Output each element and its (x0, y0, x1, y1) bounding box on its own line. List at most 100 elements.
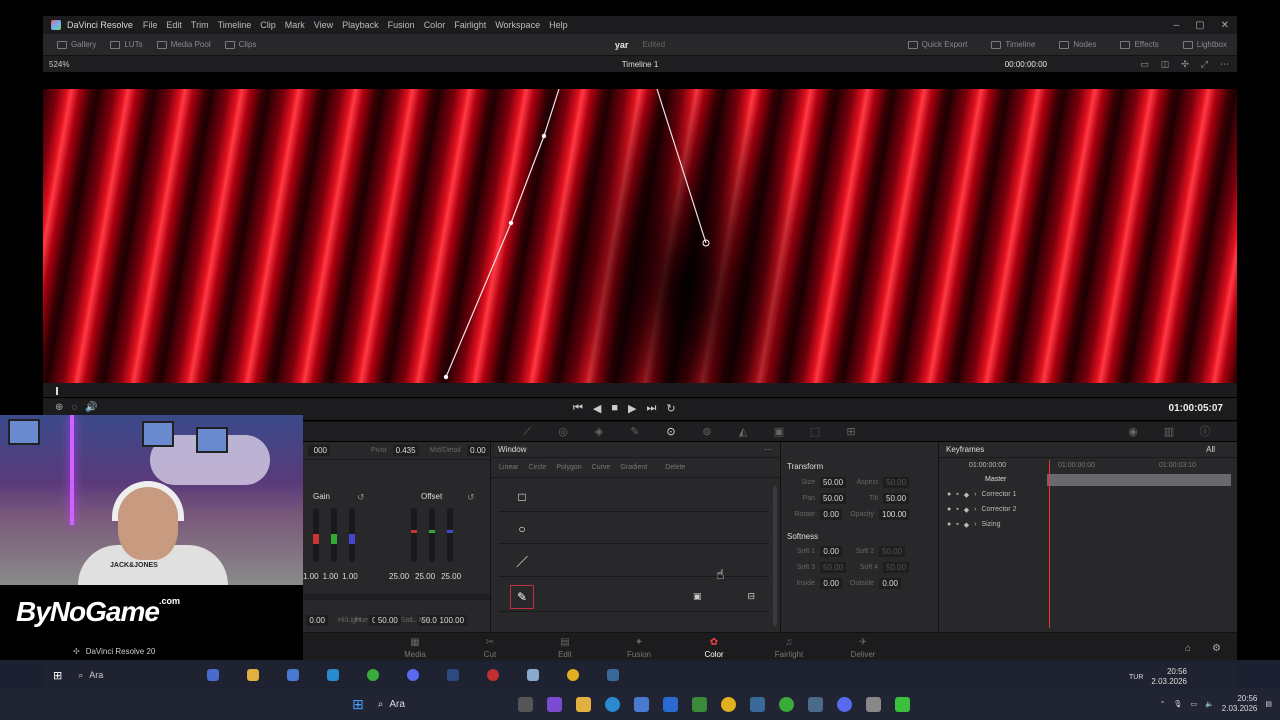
fullscreen-icon[interactable]: ⤢ (1201, 59, 1208, 70)
middetail-value[interactable]: 0.00 (466, 445, 489, 456)
maximize-icon[interactable]: ▢ (1195, 20, 1204, 31)
tilt-value[interactable]: 50.00 (883, 493, 910, 504)
lmix-value[interactable]: 100.00 (436, 615, 468, 626)
inner-lang[interactable]: TUR (1129, 674, 1143, 681)
square-window-icon[interactable]: □ (516, 491, 528, 503)
notification-icon[interactable]: ▤ (1265, 700, 1272, 708)
size-value[interactable]: 50.00 (820, 477, 847, 488)
gain-bars[interactable] (309, 508, 359, 564)
menu-fairlight[interactable]: Fairlight (454, 20, 486, 30)
menu-edit[interactable]: Edit (166, 20, 182, 30)
kick-icon[interactable] (894, 696, 910, 712)
edge-icon[interactable] (604, 696, 620, 712)
window-palette-icon[interactable]: ⊙ (665, 426, 677, 438)
curve-tool[interactable]: Curve (592, 464, 611, 471)
store-icon[interactable] (287, 669, 300, 681)
hue-value[interactable]: 50.00 (374, 615, 401, 626)
gain-value-b[interactable]: 1.00 (342, 572, 358, 581)
page-fusion[interactable]: ✦ Fusion (609, 637, 669, 659)
tracker-icon[interactable]: ⊚ (701, 426, 713, 438)
delete-window-button[interactable]: Delete (665, 464, 685, 471)
expand-icon[interactable]: › (974, 506, 976, 513)
qualifier-icon[interactable]: ◈ (593, 426, 605, 438)
lightbox-button[interactable]: Lightbox (1182, 40, 1227, 49)
keyframe-row-corrector1[interactable]: ● ▪ ◆ › Corrector 1 (939, 487, 1237, 502)
viewer-mode-icon[interactable]: ▭ (1140, 59, 1149, 70)
mail-icon[interactable] (327, 669, 340, 681)
page-color[interactable]: ✿ Color (684, 637, 744, 663)
go-to-start-icon[interactable]: ⏮ (573, 402, 583, 415)
keyframe-row-sizing[interactable]: ● ▪ ◆ › Sizing (939, 517, 1237, 532)
soft4-value[interactable]: 50.00 (883, 562, 910, 573)
luts-button[interactable]: LUTs (110, 40, 143, 49)
chrome-icon[interactable] (720, 696, 736, 712)
window-row-circle[interactable]: ○ (499, 514, 769, 544)
window-list-scrollbar[interactable] (773, 486, 777, 626)
curves-palette-icon[interactable]: ⟋ (521, 426, 533, 438)
spotify-icon[interactable] (367, 669, 380, 681)
master-keyframe-bar[interactable] (1047, 474, 1231, 486)
inner-clock[interactable]: 20:56 2.03.2026 (1151, 667, 1187, 687)
window-edge-right[interactable] (656, 89, 707, 244)
taskbar-clock[interactable]: 20:56 2.03.2026 (1222, 694, 1258, 714)
monitor-icon[interactable] (749, 696, 765, 712)
blur-icon[interactable]: ▣ (773, 426, 785, 438)
inner-search-text[interactable]: Ara (89, 670, 103, 680)
highlight-icon[interactable]: ✣ (1181, 59, 1189, 70)
opacity-value[interactable]: 100.00 (879, 509, 910, 520)
app-icon[interactable] (527, 669, 540, 681)
menu-workspace[interactable]: Workspace (495, 20, 540, 30)
nodes-button[interactable]: Nodes (1059, 40, 1096, 49)
curve-window-icon[interactable]: ✎ (510, 584, 534, 609)
circle-tool[interactable]: Circle (528, 464, 546, 471)
discord-icon[interactable] (407, 669, 420, 681)
mic-icon[interactable]: 🎙 (1174, 700, 1183, 708)
settings-app-icon[interactable] (807, 696, 823, 712)
outside-value[interactable]: 0.00 (879, 578, 901, 589)
sizing-icon[interactable]: ⊞ (845, 426, 857, 438)
menu-trim[interactable]: Trim (191, 20, 209, 30)
window-row-linear[interactable]: ／ (499, 547, 769, 577)
file-explorer-icon[interactable] (575, 696, 591, 712)
loop-icon[interactable]: ◌ (71, 402, 77, 413)
lock-icon[interactable]: ▪ (956, 506, 958, 513)
lock-icon[interactable]: ▪ (956, 491, 958, 498)
offset-value-g[interactable]: 25.00 (415, 572, 435, 581)
app-icon[interactable] (546, 696, 562, 712)
effects-button[interactable]: Effects (1120, 40, 1159, 49)
diamond-icon[interactable]: ◆ (964, 521, 969, 529)
menu-help[interactable]: Help (549, 20, 568, 30)
home-icon[interactable]: ⌂ (1185, 643, 1191, 654)
expand-icon[interactable]: › (974, 491, 976, 498)
keyframes-filter[interactable]: All (1206, 445, 1215, 454)
media-pool-button[interactable]: Media Pool (156, 40, 211, 49)
viewer-image[interactable] (43, 89, 1237, 383)
gradient-tool[interactable]: Gradient (620, 464, 647, 471)
xbox-icon[interactable] (691, 696, 707, 712)
aspect-value[interactable]: 50.00 (883, 477, 910, 488)
stop-icon[interactable]: ■ (611, 402, 618, 415)
scrub-bar[interactable] (43, 383, 1237, 397)
window-point[interactable] (508, 220, 514, 226)
discord-icon[interactable] (836, 696, 852, 712)
page-fairlight[interactable]: ♫ Fairlight (759, 637, 819, 659)
gain-value-r[interactable]: 1.00 (303, 572, 319, 581)
loop-playback-icon[interactable]: ↻ (666, 402, 675, 415)
linear-tool[interactable]: Linear (499, 464, 518, 471)
inner-start-icon[interactable]: ⊞ (53, 669, 62, 682)
more-options-icon[interactable]: ⋯ (1220, 59, 1229, 70)
timeline-selector[interactable]: Timeline 1 (622, 60, 659, 69)
store-icon[interactable] (633, 696, 649, 712)
chrome-icon[interactable] (567, 669, 580, 681)
bottom-a-value[interactable]: 0.00 (306, 615, 328, 626)
resolve-taskbar-icon[interactable] (865, 696, 881, 712)
playhead[interactable] (56, 387, 58, 395)
file-explorer-icon[interactable] (247, 669, 260, 681)
rotate-value[interactable]: 0.00 (820, 509, 842, 520)
go-to-end-icon[interactable]: ⏭ (647, 402, 657, 415)
gain-reset-icon[interactable]: ↺ (357, 492, 365, 503)
magic-mask-icon[interactable]: ◭ (737, 426, 749, 438)
3d-icon[interactable]: ◉ (1127, 426, 1139, 438)
volume-icon[interactable]: 🔊 (85, 402, 97, 413)
network-icon[interactable]: ▭ (1190, 700, 1197, 708)
